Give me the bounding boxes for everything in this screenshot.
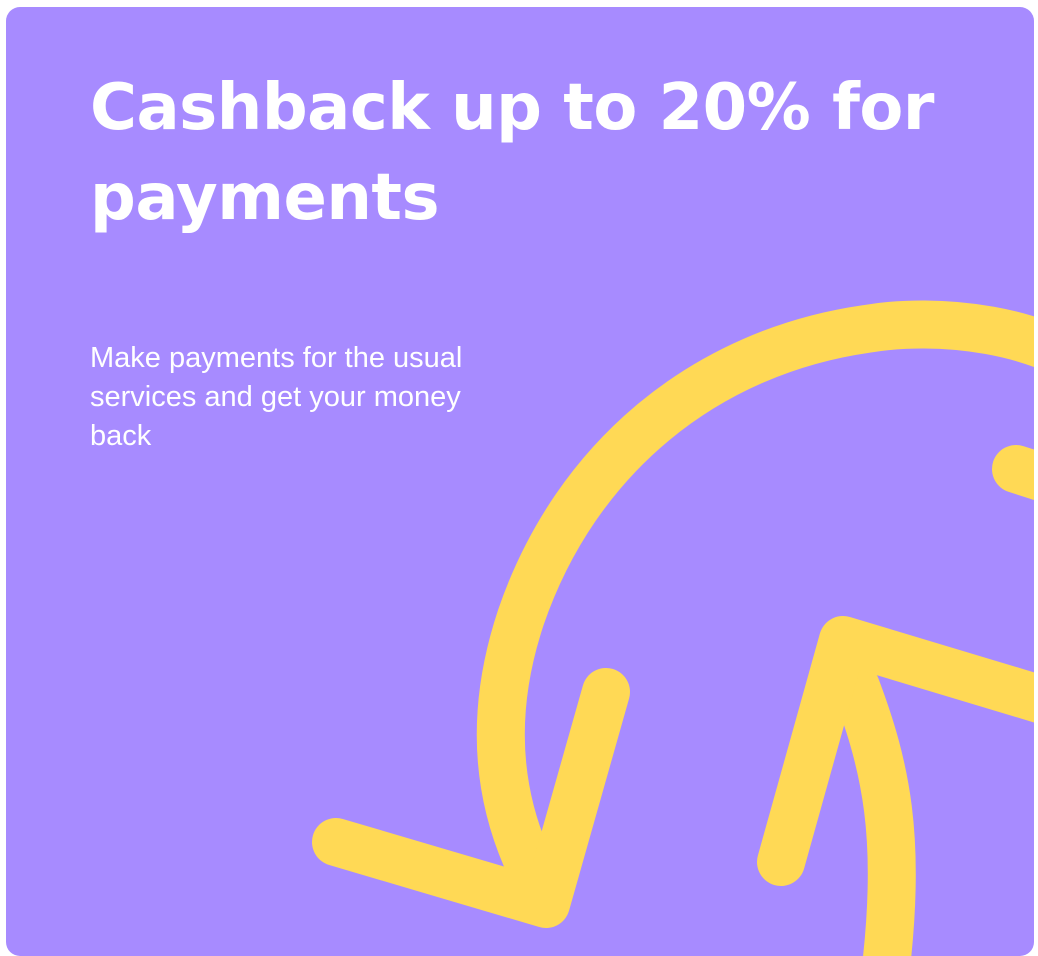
right-stub bbox=[992, 445, 1034, 500]
promo-card[interactable]: Cashback up to 20% for payments Make pay… bbox=[6, 7, 1034, 956]
inner-arc bbox=[832, 663, 916, 956]
circular-arrows-icon bbox=[312, 300, 1034, 956]
left-arrowhead bbox=[312, 668, 630, 928]
